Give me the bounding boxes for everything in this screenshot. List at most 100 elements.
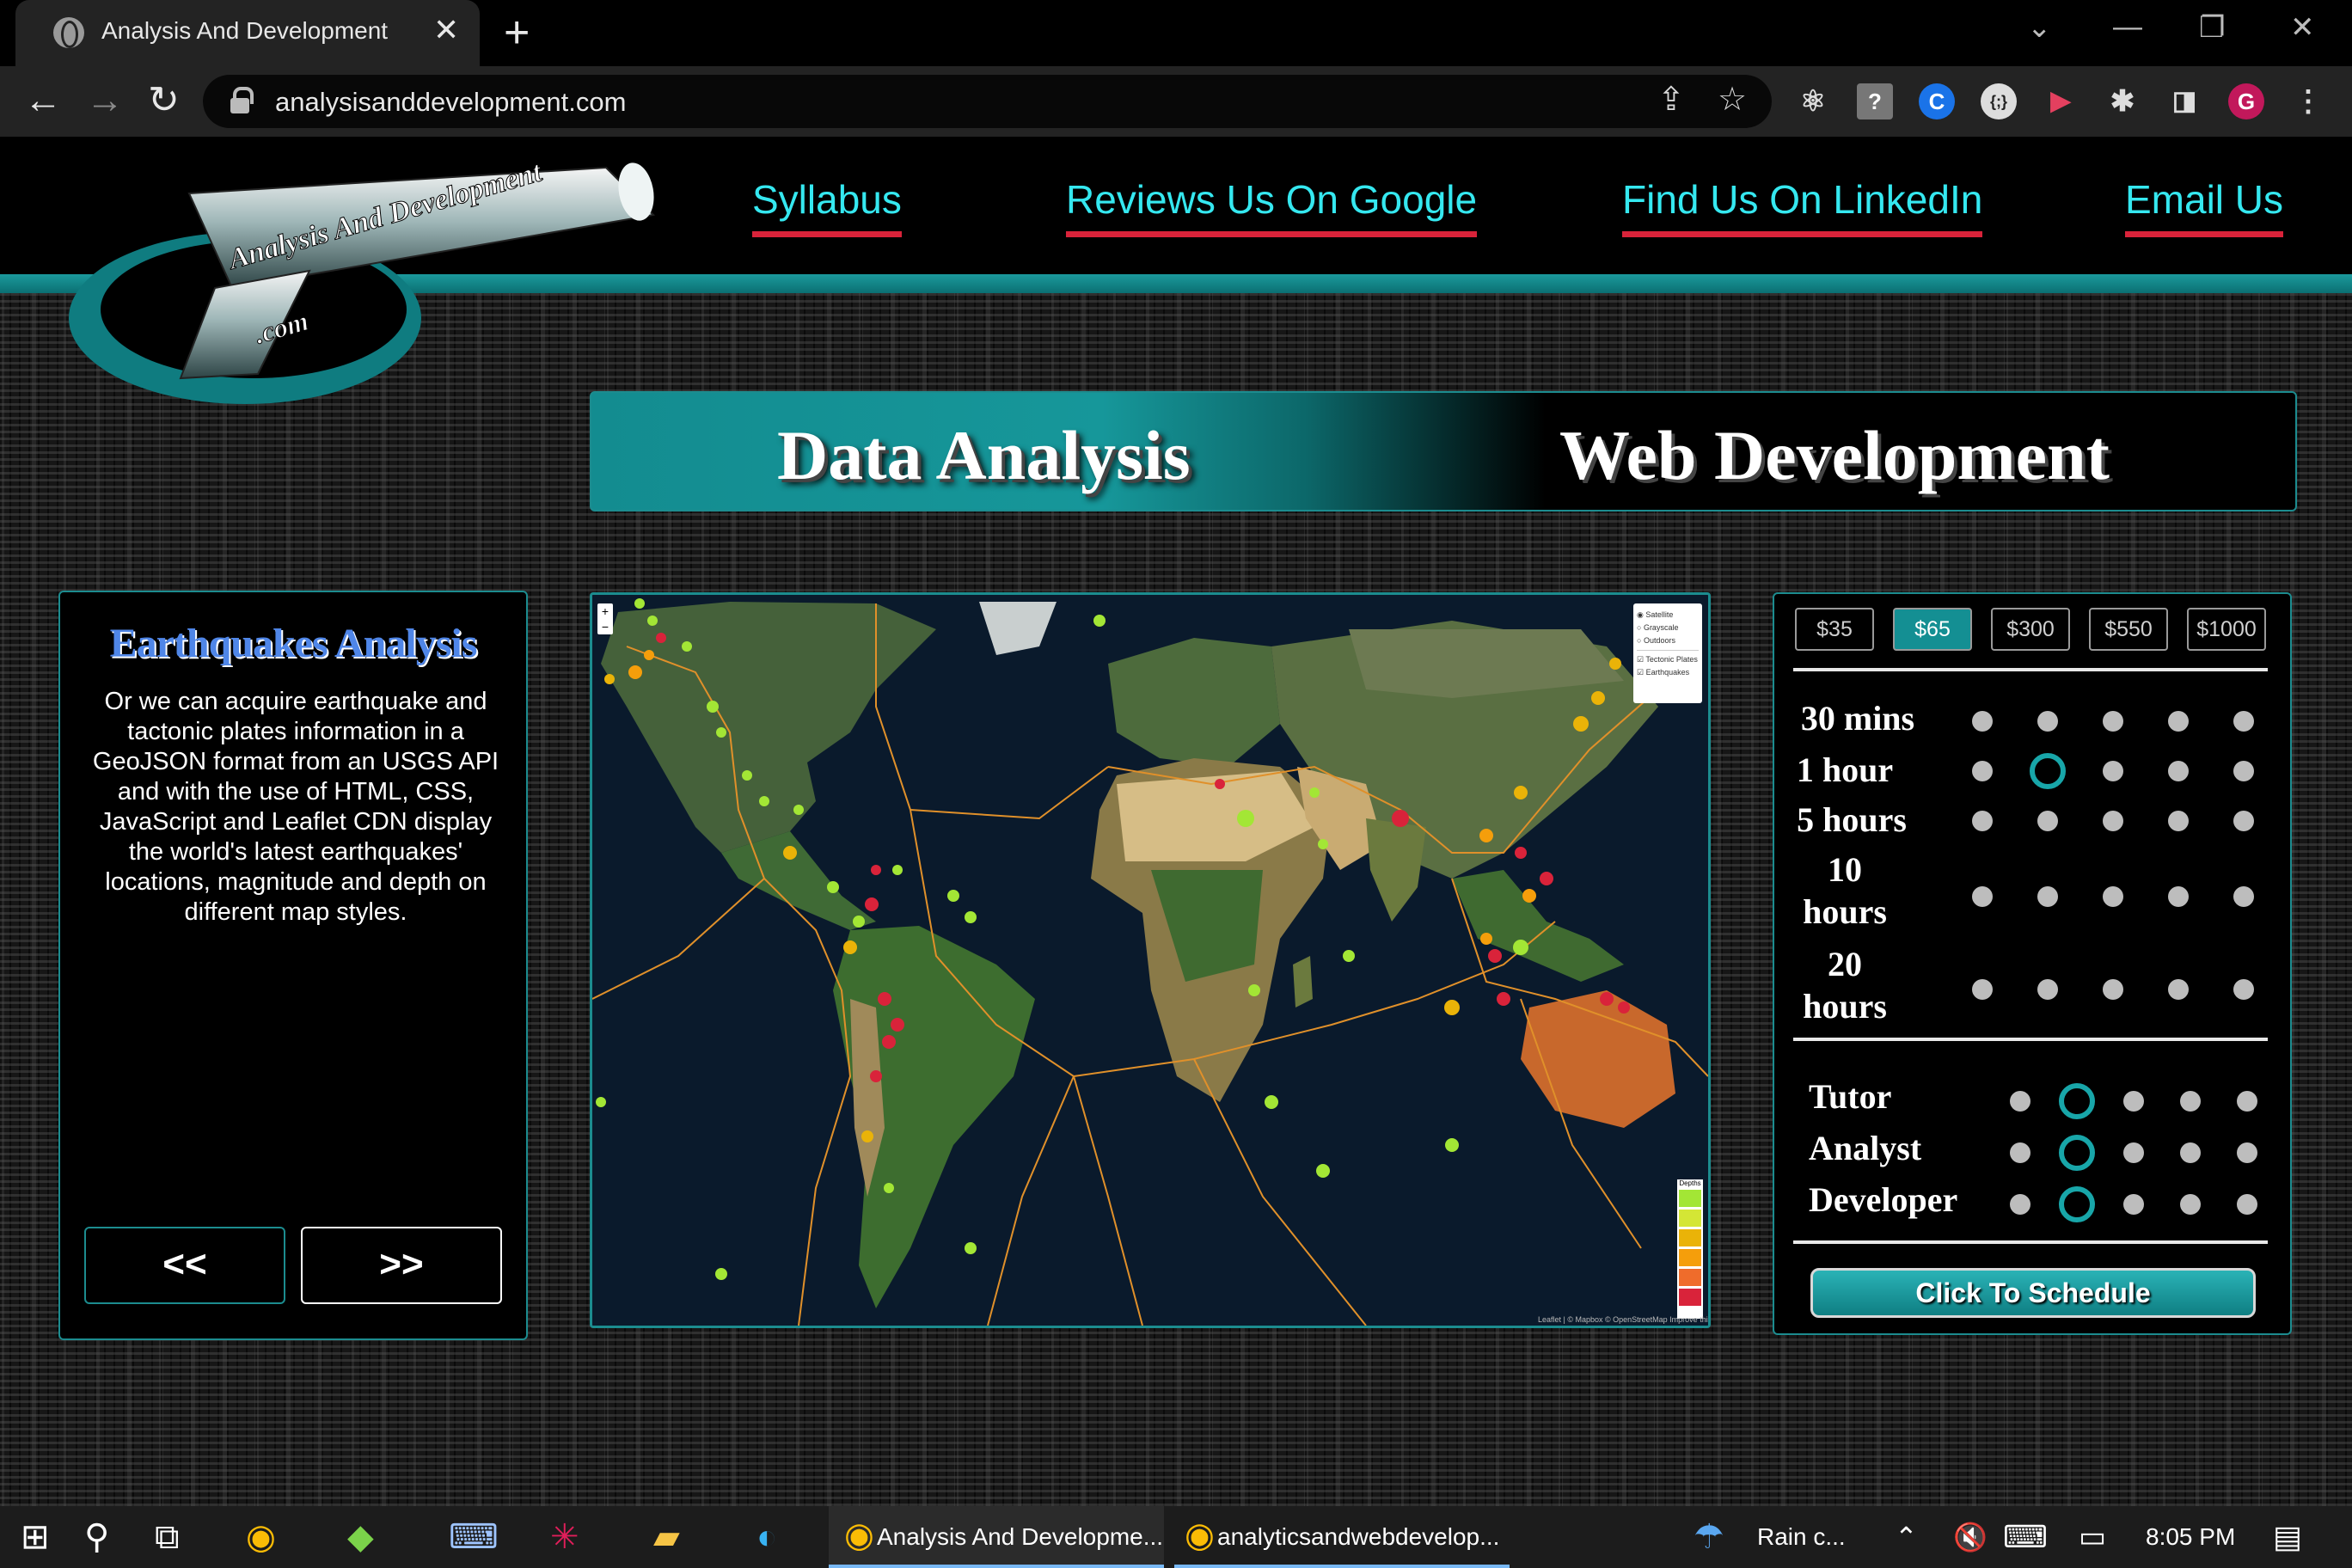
- layer-satellite[interactable]: ◉ Satellite: [1637, 609, 1699, 622]
- earthquake-map[interactable]: + − ◉ Satellite ○ Grayscale ○ Outdoors ☑…: [590, 592, 1711, 1328]
- task-view-icon[interactable]: ⧉: [155, 1518, 180, 1556]
- duration-radio[interactable]: [2037, 886, 2058, 907]
- price-tab-1000[interactable]: $1000: [2187, 608, 2266, 651]
- previous-button[interactable]: <<: [84, 1227, 285, 1304]
- role-radio[interactable]: [2180, 1142, 2201, 1163]
- role-radio[interactable]: [2123, 1142, 2144, 1163]
- role-radio[interactable]: [2010, 1142, 2030, 1163]
- price-tab-35[interactable]: $35: [1795, 608, 1874, 651]
- windows-start-icon[interactable]: ⊞: [21, 1518, 50, 1556]
- keyboard-icon[interactable]: ⌨: [2003, 1518, 2048, 1556]
- side-panel-icon[interactable]: ◨: [2166, 83, 2202, 119]
- duration-radio[interactable]: [1972, 711, 1993, 732]
- role-radio[interactable]: [2237, 1194, 2257, 1215]
- nav-syllabus[interactable]: Syllabus: [752, 176, 902, 237]
- next-button[interactable]: >>: [301, 1227, 502, 1304]
- duration-radio[interactable]: [2168, 761, 2189, 781]
- duration-radio[interactable]: [2103, 711, 2123, 732]
- umbrella-weather-icon[interactable]: ☂: [1694, 1518, 1724, 1556]
- forward-arrow-icon[interactable]: →: [86, 78, 124, 123]
- duration-radio[interactable]: [2103, 761, 2123, 781]
- duration-radio[interactable]: [1972, 979, 1993, 1000]
- chevron-up-icon[interactable]: ⌃: [1895, 1518, 1918, 1556]
- display-icon[interactable]: ▭: [2079, 1518, 2106, 1556]
- new-tab-button[interactable]: +: [504, 7, 530, 58]
- role-radio[interactable]: [2237, 1091, 2257, 1112]
- price-tab-300[interactable]: $300: [1991, 608, 2070, 651]
- duration-radio[interactable]: [2103, 979, 2123, 1000]
- duration-radio[interactable]: [2103, 886, 2123, 907]
- nav-reviews-google[interactable]: Reviews Us On Google: [1066, 176, 1478, 237]
- json-extension-icon[interactable]: {;}: [1981, 83, 2017, 119]
- bookmark-star-icon[interactable]: ☆: [1718, 80, 1747, 119]
- file-explorer-icon[interactable]: ▰: [653, 1518, 680, 1556]
- taskbar-app-chrome-2[interactable]: ◉ analyticsandwebdevelop...: [1174, 1506, 1510, 1568]
- role-radio[interactable]: [2010, 1091, 2030, 1112]
- duration-radio[interactable]: [2168, 886, 2189, 907]
- duration-radio[interactable]: [2233, 886, 2254, 907]
- tab-close-icon[interactable]: ✕: [433, 12, 459, 48]
- price-tab-65[interactable]: $65: [1893, 608, 1972, 651]
- slack-icon[interactable]: ✳: [550, 1518, 579, 1556]
- c-extension-icon[interactable]: C: [1919, 83, 1955, 119]
- profile-avatar[interactable]: G: [2228, 83, 2264, 119]
- help-extension-icon[interactable]: ?: [1857, 83, 1893, 119]
- duration-radio[interactable]: [2168, 711, 2189, 732]
- browser-tab-active[interactable]: Analysis And Development ✕: [15, 0, 480, 66]
- share-icon[interactable]: ⇪: [1657, 80, 1685, 119]
- tab-search-icon[interactable]: ⌄: [2027, 10, 2052, 45]
- overlay-tectonic-plates[interactable]: ☑ Tectonic Plates: [1637, 653, 1699, 666]
- banner-web-development[interactable]: Web Development: [1559, 415, 2110, 496]
- duration-radio[interactable]: [2168, 811, 2189, 831]
- duration-radio[interactable]: [1972, 811, 1993, 831]
- duration-radio[interactable]: [2037, 979, 2058, 1000]
- duration-radio[interactable]: [2103, 811, 2123, 831]
- extensions-puzzle-icon[interactable]: ✱: [2104, 83, 2141, 119]
- reload-icon[interactable]: ↻: [148, 78, 180, 123]
- duration-radio[interactable]: [2168, 979, 2189, 1000]
- role-radio[interactable]: [2180, 1091, 2201, 1112]
- map-attribution[interactable]: Leaflet | © Mapbox © OpenStreetMap Impro…: [1538, 1315, 1708, 1324]
- duration-radio[interactable]: [2233, 979, 2254, 1000]
- duration-radio[interactable]: [1972, 761, 1993, 781]
- role-radio[interactable]: [2059, 1186, 2095, 1222]
- duration-radio[interactable]: [2233, 811, 2254, 831]
- address-bar[interactable]: analysisanddevelopment.com ⇪ ☆: [203, 75, 1772, 128]
- chrome-icon[interactable]: ◉: [246, 1518, 276, 1556]
- layer-control[interactable]: ◉ Satellite ○ Grayscale ○ Outdoors ☑ Tec…: [1633, 603, 1702, 703]
- nav-email[interactable]: Email Us: [2125, 176, 2284, 237]
- minimize-button[interactable]: —: [2113, 10, 2142, 44]
- keyboard-app-icon[interactable]: ⌨: [449, 1518, 499, 1556]
- duration-radio[interactable]: [2233, 761, 2254, 781]
- map-canvas[interactable]: [592, 595, 1708, 1326]
- role-radio[interactable]: [2059, 1135, 2095, 1171]
- git-icon[interactable]: ◆: [347, 1518, 374, 1556]
- react-devtools-icon[interactable]: ⚛: [1795, 83, 1831, 119]
- map-zoom-control[interactable]: + −: [597, 603, 613, 634]
- window-close-button[interactable]: ✕: [2290, 10, 2315, 45]
- layer-outdoors[interactable]: ○ Outdoors: [1637, 634, 1699, 647]
- zoom-out-button[interactable]: −: [597, 619, 613, 634]
- role-radio[interactable]: [2180, 1194, 2201, 1215]
- edge-icon[interactable]: ◐: [756, 1518, 777, 1556]
- price-tab-550[interactable]: $550: [2089, 608, 2168, 651]
- weather-text[interactable]: Rain c...: [1757, 1523, 1846, 1551]
- role-radio[interactable]: [2010, 1194, 2030, 1215]
- site-logo[interactable]: Analysis And Development .com: [60, 159, 662, 417]
- speaker-muted-icon[interactable]: 🔇: [1953, 1518, 1988, 1556]
- clock-time[interactable]: 8:05 PM: [2146, 1523, 2235, 1551]
- search-icon[interactable]: ⚲: [84, 1518, 109, 1556]
- zoom-in-button[interactable]: +: [597, 603, 613, 619]
- role-radio[interactable]: [2237, 1142, 2257, 1163]
- taskbar-app-chrome-1[interactable]: ◉ Analysis And Developme...: [829, 1506, 1164, 1568]
- nav-linkedin[interactable]: Find Us On LinkedIn: [1622, 176, 1983, 237]
- url-text[interactable]: analysisanddevelopment.com: [275, 87, 626, 118]
- menu-dots-icon[interactable]: ⋮: [2290, 83, 2326, 119]
- duration-radio[interactable]: [2233, 711, 2254, 732]
- schedule-button[interactable]: Click To Schedule: [1810, 1268, 2256, 1318]
- lock-icon[interactable]: [230, 87, 254, 114]
- duration-radio[interactable]: [1972, 886, 1993, 907]
- role-radio[interactable]: [2059, 1083, 2095, 1119]
- duration-radio[interactable]: [2030, 753, 2066, 789]
- duration-radio[interactable]: [2037, 711, 2058, 732]
